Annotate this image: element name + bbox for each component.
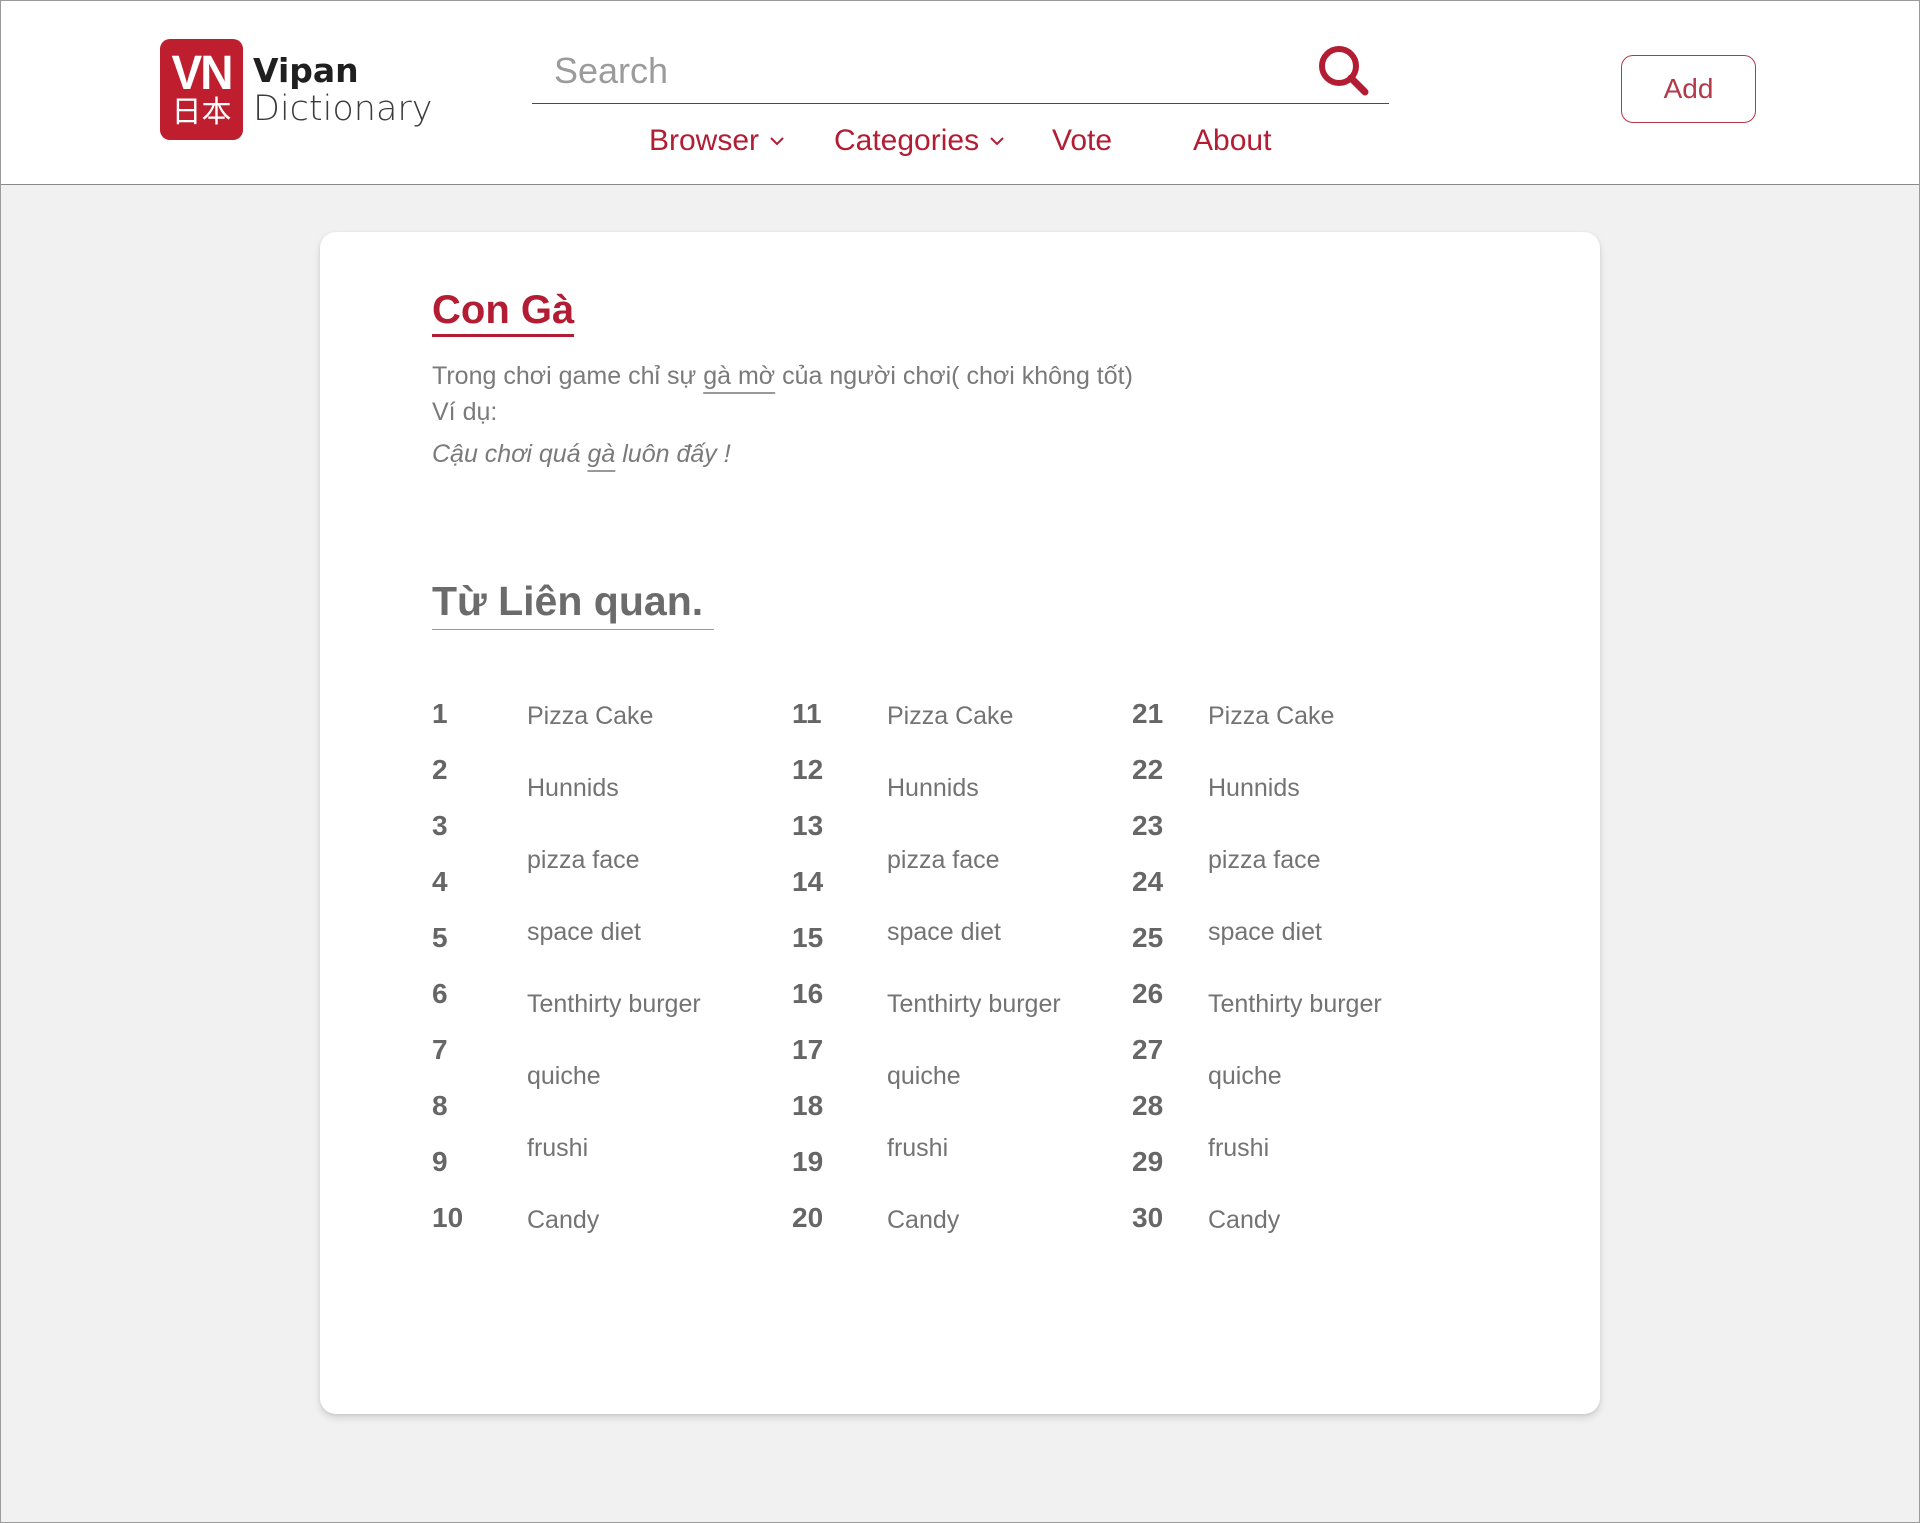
related-term-link[interactable]: quiche — [1208, 1062, 1282, 1091]
logo-name-line2: Dictionary — [253, 88, 433, 129]
related-term-link[interactable]: pizza face — [527, 846, 640, 875]
related-number: 1 — [432, 698, 448, 729]
related-number: 11 — [792, 698, 822, 729]
related-number: 10 — [432, 1202, 464, 1233]
main-nav: Browser Categories Vote About — [0, 124, 1920, 164]
related-number: 29 — [1132, 1146, 1164, 1177]
related-number: 6 — [432, 978, 448, 1009]
related-number: 7 — [432, 1034, 448, 1065]
nav-browser[interactable]: Browser — [649, 124, 785, 158]
related-term-link[interactable]: Hunnids — [527, 774, 619, 803]
example-text-before: Cậu chơi quá — [432, 440, 588, 468]
chevron-down-icon — [770, 137, 784, 146]
entry-card: Con Gà Trong chơi game chỉ sự gà mờ của … — [320, 232, 1600, 1414]
search-input[interactable] — [554, 46, 1294, 96]
related-term-link[interactable]: pizza face — [1208, 846, 1321, 875]
related-term-link[interactable]: Tenthirty burger — [527, 990, 701, 1019]
related-number: 4 — [432, 866, 448, 897]
entry-title: Con Gà — [432, 288, 575, 337]
nav-browser-label: Browser — [649, 124, 760, 157]
related-number: 18 — [792, 1090, 824, 1121]
related-number: 15 — [792, 922, 824, 953]
related-number: 12 — [792, 754, 824, 785]
related-number: 30 — [1132, 1202, 1164, 1233]
related-term-link[interactable]: Hunnids — [887, 774, 979, 803]
related-term-link[interactable]: quiche — [887, 1062, 961, 1091]
related-term-link[interactable]: Candy — [1208, 1206, 1280, 1235]
definition-link[interactable]: gà mờ — [703, 362, 775, 390]
related-term-link[interactable]: quiche — [527, 1062, 601, 1091]
related-term-link[interactable]: space diet — [527, 918, 641, 947]
nav-about[interactable]: About — [1193, 124, 1271, 158]
related-number: 22 — [1132, 754, 1164, 785]
related-number: 17 — [792, 1034, 824, 1065]
related-number: 13 — [792, 810, 824, 841]
related-term-link[interactable]: space diet — [887, 918, 1001, 947]
entry-example: Cậu chơi quá gà luôn đấy ! — [432, 440, 731, 469]
example-link[interactable]: gà — [587, 440, 615, 468]
example-text-after: luôn đấy ! — [615, 440, 731, 468]
related-term-link[interactable]: Pizza Cake — [527, 702, 653, 731]
logo-name-line1: Vipan — [253, 50, 359, 90]
related-term-link[interactable]: Pizza Cake — [887, 702, 1013, 731]
related-number: 19 — [792, 1146, 824, 1177]
related-number: 2 — [432, 754, 448, 785]
related-number: 14 — [792, 866, 824, 897]
related-term-link[interactable]: space diet — [1208, 918, 1322, 947]
definition-text-before: Trong chơi game chỉ sự — [432, 362, 704, 390]
related-number: 27 — [1132, 1034, 1164, 1065]
chevron-down-icon — [990, 137, 1004, 146]
related-number: 21 — [1132, 698, 1164, 729]
related-number: 28 — [1132, 1090, 1164, 1121]
related-term-link[interactable]: Candy — [527, 1206, 599, 1235]
entry-definition: Trong chơi game chỉ sự gà mờ của người c… — [432, 356, 1133, 396]
definition-text-after: của người chơi( chơi không tốt) — [775, 362, 1133, 390]
related-number: 26 — [1132, 978, 1164, 1009]
example-label: Ví dụ: — [432, 398, 498, 426]
nav-about-label: About — [1193, 124, 1272, 157]
add-button[interactable]: Add — [1621, 55, 1756, 123]
nav-vote-label: Vote — [1052, 124, 1113, 157]
site-header: VN 日本 Vipan Dictionary Browser Categorie… — [0, 0, 1920, 185]
related-term-link[interactable]: Tenthirty burger — [1208, 990, 1382, 1019]
related-words-title: Từ Liên quan. — [432, 576, 714, 630]
logo-badge-vn: VN — [171, 44, 234, 99]
related-term-link[interactable]: frushi — [527, 1134, 588, 1163]
related-term-link[interactable]: Tenthirty burger — [887, 990, 1061, 1019]
search-bar — [532, 40, 1389, 104]
related-number: 25 — [1132, 922, 1164, 953]
related-term-link[interactable]: frushi — [887, 1134, 948, 1163]
related-term-link[interactable]: Hunnids — [1208, 774, 1300, 803]
related-number: 9 — [432, 1146, 448, 1177]
nav-categories[interactable]: Categories — [834, 124, 1005, 158]
related-term-link[interactable]: Pizza Cake — [1208, 702, 1334, 731]
logo-wordmark: Vipan Dictionary — [253, 50, 433, 129]
search-icon[interactable] — [1315, 42, 1371, 98]
related-term-link[interactable]: Candy — [887, 1206, 959, 1235]
related-number: 3 — [432, 810, 448, 841]
related-term-link[interactable]: pizza face — [887, 846, 1000, 875]
related-number: 16 — [792, 978, 824, 1009]
related-number: 20 — [792, 1202, 824, 1233]
related-number: 24 — [1132, 866, 1164, 897]
nav-vote[interactable]: Vote — [1052, 124, 1112, 158]
related-term-link[interactable]: frushi — [1208, 1134, 1269, 1163]
related-number: 8 — [432, 1090, 448, 1121]
nav-categories-label: Categories — [834, 124, 980, 157]
related-number: 23 — [1132, 810, 1164, 841]
related-number: 5 — [432, 922, 448, 953]
